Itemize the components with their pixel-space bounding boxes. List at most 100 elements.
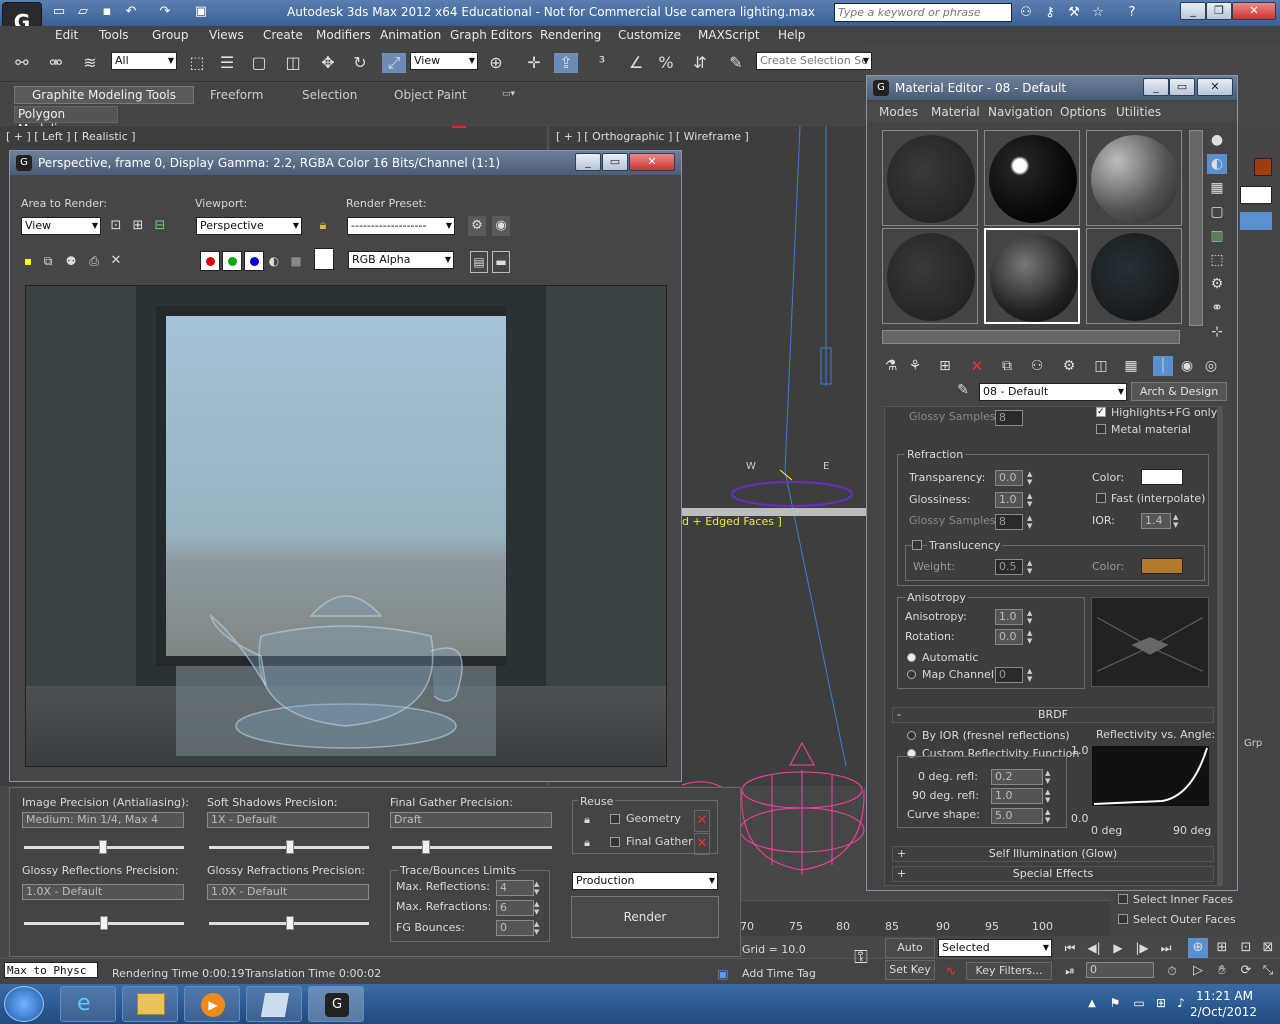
- edit-named-selection-icon[interactable]: ✎: [724, 53, 748, 73]
- sample-slot-4[interactable]: [882, 228, 978, 324]
- sample-slot-3[interactable]: [1086, 130, 1182, 226]
- keyboard-shortcut-icon[interactable]: ⇪: [554, 53, 578, 73]
- by-ior-radio[interactable]: [907, 731, 916, 740]
- deg90-spinner[interactable]: ▲ ▼: [1045, 788, 1053, 804]
- menu-customize[interactable]: Customize: [618, 28, 681, 42]
- refraction-glossy-samples-spinner[interactable]: ▲ ▼: [1027, 514, 1035, 530]
- start-button[interactable]: [4, 986, 44, 1022]
- link-icon[interactable]: ⚯: [10, 53, 34, 73]
- viewport-dropdown[interactable]: Perspective: [196, 217, 302, 235]
- self-illumination-rollout[interactable]: + Self Illumination (Glow): [892, 846, 1214, 862]
- taskbar-app-blank[interactable]: [246, 986, 302, 1022]
- map-channel-radio[interactable]: [907, 670, 916, 679]
- material-editor-maximize-button[interactable]: ▭: [1169, 78, 1195, 96]
- deg0-spinner[interactable]: ▲ ▼: [1045, 769, 1053, 785]
- material-map-navigator-icon[interactable]: ◎: [1201, 356, 1221, 376]
- tools-icon[interactable]: ⚒: [1064, 3, 1084, 23]
- clock-date[interactable]: 2/Oct/2012: [1190, 1005, 1257, 1019]
- material-effects-channel-icon[interactable]: ⚙: [1059, 356, 1079, 376]
- geometry-lock-icon[interactable]: 🔒︎: [580, 810, 594, 830]
- soft-shadows-slider[interactable]: [286, 840, 294, 854]
- binoculars-icon[interactable]: ⚇: [1016, 3, 1036, 23]
- menu-rendering[interactable]: Rendering: [540, 28, 601, 42]
- material-name-field[interactable]: 08 - Default: [979, 383, 1127, 401]
- ior-field[interactable]: 1.4: [1141, 513, 1171, 529]
- auto-region-icon[interactable]: ⊞: [129, 216, 147, 236]
- set-key-icon[interactable]: ⚿: [848, 948, 874, 968]
- lock-viewport-icon[interactable]: 🔒︎: [316, 216, 330, 236]
- sample-slot-1[interactable]: [882, 130, 978, 226]
- show-shaded-material-icon[interactable]: ◫: [1091, 356, 1111, 376]
- assign-to-selection-icon[interactable]: ⊞: [935, 356, 955, 376]
- left-viewport-label[interactable]: [ + ] [ Left ] [ Realistic ]: [6, 130, 136, 143]
- max-reflections-field[interactable]: 4: [496, 880, 534, 896]
- menu-modes[interactable]: Modes: [879, 105, 918, 119]
- menu-edit[interactable]: Edit: [55, 28, 78, 42]
- named-selection-set-dropdown[interactable]: Create Selection Se: [756, 52, 872, 70]
- glossy-reflections-slider[interactable]: [100, 916, 108, 930]
- render-mode-dropdown[interactable]: Production: [572, 872, 718, 890]
- material-navigator-icon[interactable]: ⊹: [1207, 322, 1227, 342]
- green-channel-button[interactable]: [222, 251, 242, 271]
- redo-icon[interactable]: ↷: [156, 2, 174, 22]
- make-unique-icon[interactable]: ⧉: [997, 356, 1017, 376]
- frame-maximize-button[interactable]: ▭: [602, 153, 628, 171]
- put-to-scene-icon[interactable]: ⚘: [905, 356, 925, 376]
- move-icon[interactable]: ✥: [316, 53, 340, 73]
- open-file-icon[interactable]: ▱: [74, 2, 92, 22]
- taskbar-explorer[interactable]: [122, 986, 178, 1022]
- ribbon-tab-selection[interactable]: Selection: [302, 88, 357, 102]
- glossy-samples-top-field[interactable]: 8: [995, 410, 1023, 426]
- soft-shadows-field[interactable]: 1X - Default: [207, 812, 369, 828]
- final-gather-slider[interactable]: [422, 840, 430, 854]
- favorites-star-icon[interactable]: ☆: [1088, 3, 1108, 23]
- command-panel-swatch-red[interactable]: [1254, 158, 1272, 176]
- project-folder-icon[interactable]: ▣: [192, 2, 210, 22]
- new-file-icon[interactable]: ▭: [50, 2, 68, 22]
- metal-material-checkbox[interactable]: [1096, 424, 1106, 434]
- go-forward-sibling-icon[interactable]: ◉: [1177, 356, 1197, 376]
- time-config-icon[interactable]: ⏱: [1162, 961, 1182, 981]
- reset-map-icon[interactable]: ✕: [967, 356, 987, 376]
- render-preset-dropdown[interactable]: -------------------: [347, 217, 455, 235]
- zoom-extents-all-icon[interactable]: ⊠: [1258, 938, 1278, 958]
- menu-maxscript[interactable]: MAXScript: [698, 28, 760, 42]
- toggle-ui-overlay-icon[interactable]: ▤: [470, 251, 488, 273]
- ribbon-tab-object-paint[interactable]: Object Paint: [394, 88, 467, 102]
- get-material-icon[interactable]: ⚗: [881, 356, 901, 376]
- copy-image-icon[interactable]: ⧉: [40, 251, 56, 271]
- max-refractions-field[interactable]: 6: [496, 900, 534, 916]
- frame-close-button[interactable]: ✕: [629, 153, 675, 171]
- help-icon[interactable]: ?: [1122, 3, 1142, 23]
- refraction-glossy-samples-field[interactable]: 8: [995, 514, 1023, 530]
- selection-filter-dropdown[interactable]: All: [111, 52, 177, 70]
- environment-effects-icon[interactable]: ◉: [492, 216, 510, 236]
- sample-type-icon[interactable]: ●: [1207, 130, 1227, 150]
- close-button[interactable]: ✕: [1232, 2, 1276, 20]
- brdf-rollout-header[interactable]: - BRDF: [892, 707, 1214, 723]
- save-icon[interactable]: ▪: [98, 2, 116, 22]
- print-image-icon[interactable]: ⎙: [86, 251, 102, 271]
- map-channel-field[interactable]: 0: [995, 667, 1023, 683]
- curve-shape-field[interactable]: 5.0: [991, 808, 1043, 824]
- tray-volume-icon[interactable]: ♪: [1174, 993, 1188, 1013]
- menu-animation[interactable]: Animation: [380, 28, 441, 42]
- sample-slot-5-selected[interactable]: [984, 228, 1080, 324]
- menu-utilities[interactable]: Utilities: [1116, 105, 1161, 119]
- add-time-tag[interactable]: Add Time Tag: [742, 967, 816, 980]
- sample-slots-scrollbar-v[interactable]: [1189, 130, 1203, 326]
- ior-spinner[interactable]: ▲ ▼: [1173, 513, 1181, 529]
- pick-material-eyedropper-icon[interactable]: ✎: [953, 380, 973, 400]
- final-gather-clear-icon[interactable]: ✕: [694, 833, 710, 855]
- transparency-spinner[interactable]: ▲ ▼: [1027, 470, 1035, 486]
- clock-time[interactable]: 11:21 AM: [1196, 989, 1253, 1003]
- undo-icon[interactable]: ↶: [122, 2, 140, 22]
- refraction-color-swatch[interactable]: [1141, 469, 1183, 485]
- go-to-start-icon[interactable]: ⏮: [1060, 938, 1080, 958]
- render-button[interactable]: Render: [571, 896, 719, 938]
- auto-key-button[interactable]: Auto Key: [885, 938, 935, 972]
- menu-options[interactable]: Options: [1060, 105, 1106, 119]
- glossy-reflections-field[interactable]: 1.0X - Default: [22, 884, 184, 900]
- alpha-channel-icon[interactable]: ◐: [266, 251, 282, 271]
- percent-snap-icon[interactable]: %: [654, 53, 678, 73]
